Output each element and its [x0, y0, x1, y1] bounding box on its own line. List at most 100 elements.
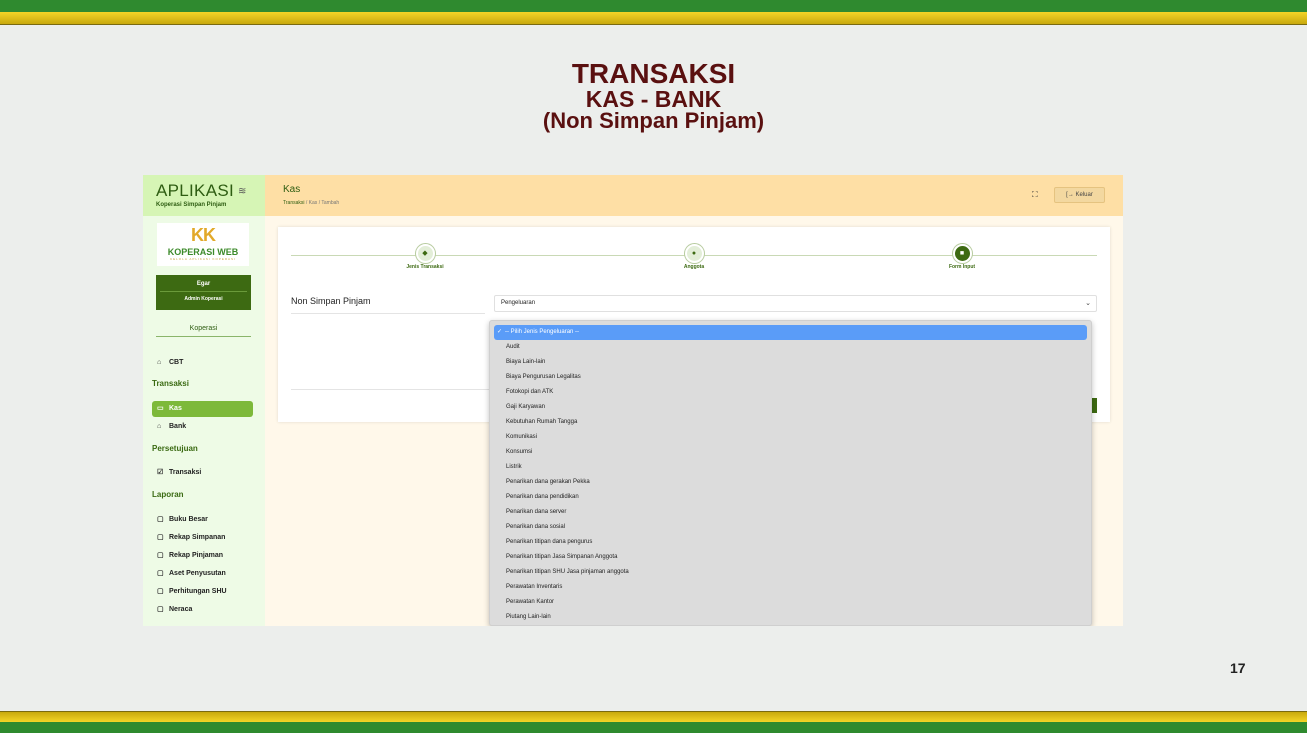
logout-label: Keluar	[1075, 192, 1093, 198]
sidebar-item-neraca[interactable]: ▢ Neraca	[152, 602, 253, 618]
step-form-input[interactable]: ■ Form Input	[922, 244, 1002, 270]
user-card: Egar Admin Koperasi	[156, 275, 251, 310]
sidebar-item-label: Rekap Pinjaman	[169, 552, 224, 559]
select-value: Pengeluaran	[501, 300, 536, 306]
inbox-icon: ▭	[157, 405, 164, 412]
app-screenshot: APLIKASI ≋ Koperasi Simpan Pinjam KK KOPE…	[143, 175, 1123, 626]
breadcrumb-item-tambah: Tambah	[321, 200, 340, 206]
divider	[291, 313, 485, 314]
book-icon: ▢	[157, 570, 164, 577]
logo-mark: KK	[191, 225, 216, 245]
dropdown-option[interactable]: Fotokopi dan ATK	[490, 385, 1091, 400]
dropdown-option[interactable]: Kebutuhan Rumah Tangga	[490, 415, 1091, 430]
sidebar-section-koperasi: Koperasi	[156, 325, 251, 337]
dropdown-option-selected[interactable]: ✓ -- Pilih Jenis Pengeluaran --	[494, 325, 1087, 340]
dropdown-option[interactable]: Penarikan titipan Jasa Simpanan Anggota	[490, 550, 1091, 565]
user-icon: ●	[684, 244, 704, 263]
dropdown-option[interactable]: Listrik	[490, 460, 1091, 475]
brand-subtitle: Koperasi Simpan Pinjam	[156, 202, 227, 208]
book-icon: ▢	[157, 606, 164, 613]
sidebar-item-label: Aset Penyusutan	[169, 570, 226, 577]
sidebar-item-transaksi-approval[interactable]: ☑ Transaksi	[152, 465, 253, 481]
book-icon: ▢	[157, 534, 164, 541]
koperasi-logo: KK KOPERASI WEB KELOLA APLIKASI KOPERASI	[157, 223, 249, 266]
user-name: Egar	[160, 281, 247, 292]
form-label-non-simpan-pinjam: Non Simpan Pinjam	[291, 296, 371, 306]
sidebar-item-cbt[interactable]: ⌂ CBT	[152, 355, 253, 371]
book-icon: ▢	[157, 552, 164, 559]
check-icon: ✓	[497, 329, 503, 335]
sidebar-item-label: Rekap Simpanan	[169, 534, 226, 541]
logout-button[interactable]: [→ Keluar	[1054, 187, 1105, 203]
breadcrumb-item-kas[interactable]: Kas	[309, 200, 318, 206]
breadcrumb: Transaksi / Kas / Tambah	[283, 200, 339, 206]
option-label: -- Pilih Jenis Pengeluaran --	[505, 329, 580, 335]
sidebar-item-label: CBT	[169, 359, 184, 366]
dropdown-option[interactable]: Perawatan Kantor	[490, 595, 1091, 610]
sidebar-item-bank[interactable]: ⌂ Bank	[152, 419, 253, 435]
brand-name: APLIKASI	[156, 181, 234, 200]
breadcrumb-item-transaksi[interactable]: Transaksi	[283, 200, 305, 206]
dropdown-option[interactable]: Penarikan titipan dana pengurus	[490, 535, 1091, 550]
breadcrumb-separator: /	[318, 200, 321, 206]
logo-text: KOPERASI WEB	[167, 247, 239, 257]
dropdown-option[interactable]: Biaya Lain-lain	[490, 355, 1091, 370]
sidebar-item-label: Transaksi	[169, 469, 202, 476]
divider	[291, 389, 491, 390]
book-icon: ▢	[157, 516, 164, 523]
step-label: Jenis Transaksi	[406, 264, 444, 270]
dropdown-option[interactable]: Penarikan dana server	[490, 505, 1091, 520]
bank-building-icon: ⌂	[157, 359, 162, 366]
dropdown-option[interactable]: Konsumsi	[490, 445, 1091, 460]
menu-toggle-icon[interactable]: ≋	[238, 186, 247, 197]
tag-icon: ◆	[415, 244, 435, 263]
step-label: Form Input	[948, 264, 976, 270]
breadcrumb-separator: /	[305, 200, 308, 206]
sidebar: APLIKASI ≋ Koperasi Simpan Pinjam KK KOPE…	[143, 175, 265, 626]
chevron-down-icon: ⌄	[1085, 300, 1091, 307]
logo-tagline: KELOLA APLIKASI KOPERASI	[170, 257, 236, 261]
slide-page-number: 17	[1230, 660, 1246, 676]
fullscreen-icon[interactable]: ⛶	[1032, 190, 1038, 200]
dropdown-option[interactable]: Gaji Karyawan	[490, 400, 1091, 415]
sidebar-item-label: Bank	[169, 423, 187, 430]
sidebar-item-perhitungan-shu[interactable]: ▢ Perhitungan SHU	[152, 584, 253, 600]
page-title: Kas	[283, 184, 301, 195]
step-anggota[interactable]: ● Anggota	[654, 244, 734, 270]
user-role: Admin Koperasi	[184, 296, 223, 302]
check-square-icon: ☑	[157, 469, 164, 476]
dropdown-option[interactable]: Perawatan Inventaris	[490, 580, 1091, 595]
sidebar-item-rekap-simpanan[interactable]: ▢ Rekap Simpanan	[152, 530, 253, 546]
sidebar-item-label: Perhitungan SHU	[169, 588, 227, 595]
slide-subtitle-2: (Non Simpan Pinjam)	[542, 108, 765, 133]
sidebar-item-rekap-pinjaman[interactable]: ▢ Rekap Pinjaman	[152, 548, 253, 564]
dropdown-option[interactable]: Audit	[490, 340, 1091, 355]
step-jenis-transaksi[interactable]: ◆ Jenis Transaksi	[385, 244, 465, 270]
sidebar-item-buku-besar[interactable]: ▢ Buku Besar	[152, 512, 253, 528]
logout-icon: [→	[1066, 192, 1076, 198]
topbar: Kas Transaksi / Kas / Tambah ⛶ [→ Keluar	[265, 175, 1123, 216]
sidebar-heading-transaksi: Transaksi	[152, 379, 189, 388]
dropdown-option[interactable]: Piutang Lain-lain	[490, 610, 1091, 625]
sidebar-item-label: Buku Besar	[169, 516, 208, 523]
sidebar-heading-persetujuan: Persetujuan	[152, 444, 198, 453]
sidebar-item-aset-penyusutan[interactable]: ▢ Aset Penyusutan	[152, 566, 253, 582]
jenis-transaksi-select[interactable]: Pengeluaran ⌄	[494, 295, 1097, 312]
dropdown-option[interactable]: Penarikan dana pendidikan	[490, 490, 1091, 505]
book-icon: ▢	[157, 588, 164, 595]
jenis-pengeluaran-dropdown[interactable]: ✓ -- Pilih Jenis Pengeluaran -- Audit Bia…	[489, 320, 1092, 626]
form-icon: ■	[952, 244, 972, 263]
dropdown-option[interactable]: Biaya Pengurusan Legalitas	[490, 370, 1091, 385]
step-label: Anggota	[683, 264, 705, 270]
dropdown-option[interactable]: Penarikan dana sosial	[490, 520, 1091, 535]
dropdown-option[interactable]: Penarikan titipan SHU Jasa pinjaman angg…	[490, 565, 1091, 580]
dropdown-option[interactable]: Komunikasi	[490, 430, 1091, 445]
sidebar-item-label: Neraca	[169, 606, 193, 613]
home-icon: ⌂	[157, 423, 162, 430]
brand: APLIKASI ≋ Koperasi Simpan Pinjam	[143, 175, 265, 216]
dropdown-option[interactable]: Penarikan dana gerakan Pekka	[490, 475, 1091, 490]
sidebar-item-kas[interactable]: ▭ Kas	[152, 401, 253, 417]
sidebar-heading-laporan: Laporan	[152, 490, 184, 499]
slide-top-band	[0, 0, 1307, 26]
sidebar-item-label: Kas	[169, 405, 182, 412]
